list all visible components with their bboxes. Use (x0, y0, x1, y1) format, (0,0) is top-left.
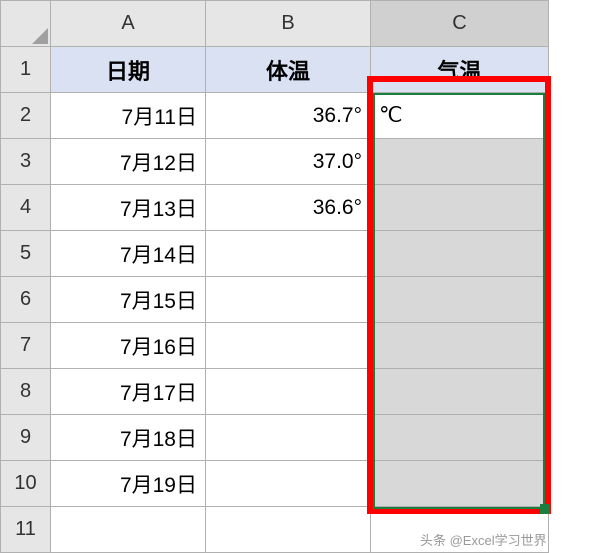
cell-b7[interactable] (206, 323, 371, 369)
header-date[interactable]: 日期 (51, 47, 206, 93)
cell-b9[interactable] (206, 415, 371, 461)
cell-a2[interactable]: 7月11日 (51, 93, 206, 139)
column-header-b[interactable]: B (206, 1, 371, 47)
column-header-a[interactable]: A (51, 1, 206, 47)
cell-b8[interactable] (206, 369, 371, 415)
watermark-text: 头条 @Excel学习世界 (420, 530, 547, 549)
row-header-6[interactable]: 6 (1, 277, 51, 323)
header-weather[interactable]: 气温 (371, 47, 549, 93)
cell-b3[interactable]: 37.0° (206, 139, 371, 185)
cell-a7[interactable]: 7月16日 (51, 323, 206, 369)
cell-b2[interactable]: 36.7° (206, 93, 371, 139)
row-header-9[interactable]: 9 (1, 415, 51, 461)
row-header-10[interactable]: 10 (1, 461, 51, 507)
cell-c2[interactable]: ℃ (371, 93, 549, 139)
cell-c5[interactable] (371, 231, 549, 277)
cell-c4[interactable] (371, 185, 549, 231)
row-header-3[interactable]: 3 (1, 139, 51, 185)
cell-a6[interactable]: 7月15日 (51, 277, 206, 323)
select-all-corner[interactable] (1, 1, 51, 47)
cell-a9[interactable]: 7月18日 (51, 415, 206, 461)
cell-b11[interactable] (206, 507, 371, 553)
header-temp[interactable]: 体温 (206, 47, 371, 93)
cell-b10[interactable] (206, 461, 371, 507)
cell-c9[interactable] (371, 415, 549, 461)
fill-handle[interactable] (540, 504, 550, 514)
cell-c3[interactable] (371, 139, 549, 185)
cell-b6[interactable] (206, 277, 371, 323)
cell-c8[interactable] (371, 369, 549, 415)
cell-c10[interactable] (371, 461, 549, 507)
row-header-4[interactable]: 4 (1, 185, 51, 231)
cell-c6[interactable] (371, 277, 549, 323)
column-header-c[interactable]: C (371, 1, 549, 47)
row-header-11[interactable]: 11 (1, 507, 51, 553)
row-header-5[interactable]: 5 (1, 231, 51, 277)
cell-b4[interactable]: 36.6° (206, 185, 371, 231)
cell-a8[interactable]: 7月17日 (51, 369, 206, 415)
cell-a5[interactable]: 7月14日 (51, 231, 206, 277)
row-header-8[interactable]: 8 (1, 369, 51, 415)
row-header-7[interactable]: 7 (1, 323, 51, 369)
cell-c7[interactable] (371, 323, 549, 369)
cell-a3[interactable]: 7月12日 (51, 139, 206, 185)
cell-a10[interactable]: 7月19日 (51, 461, 206, 507)
row-header-1[interactable]: 1 (1, 47, 51, 93)
cell-a11[interactable] (51, 507, 206, 553)
row-header-2[interactable]: 2 (1, 93, 51, 139)
cell-a4[interactable]: 7月13日 (51, 185, 206, 231)
spreadsheet-grid[interactable]: A B C 1 日期 体温 气温 2 7月11日 36.7° ℃ 3 7月12日… (0, 0, 549, 553)
cell-b5[interactable] (206, 231, 371, 277)
